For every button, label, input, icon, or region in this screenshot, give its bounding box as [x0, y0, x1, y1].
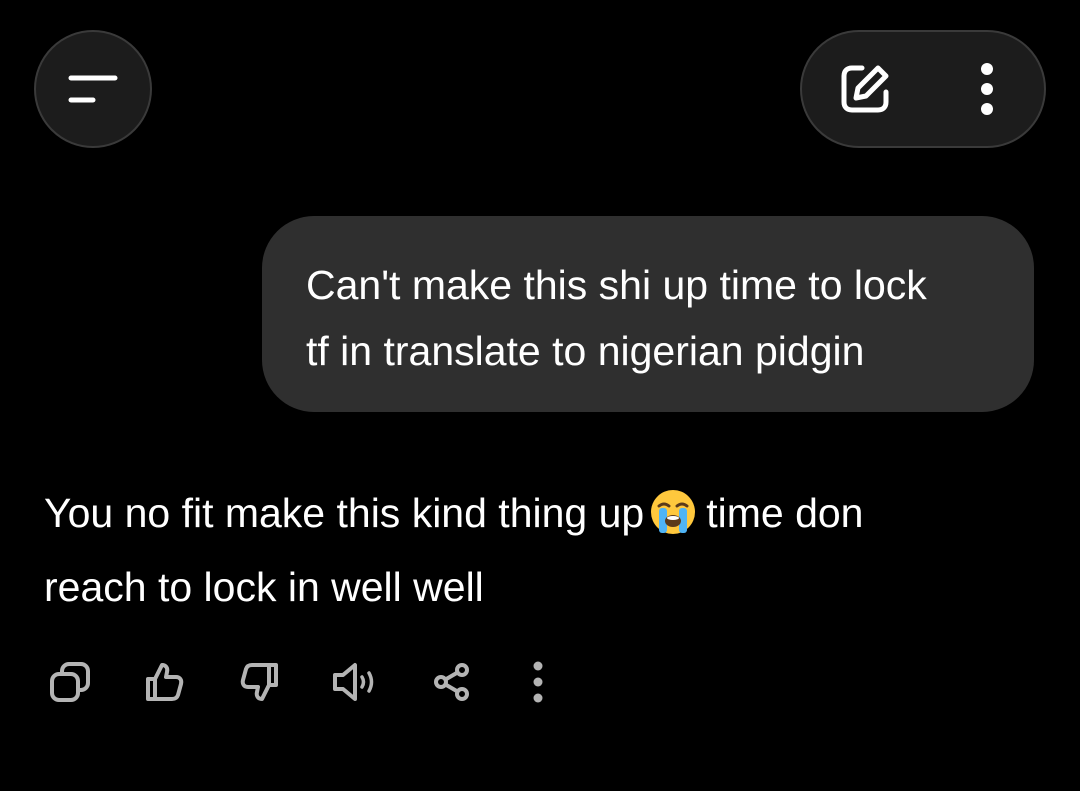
more-vertical-icon: [981, 63, 993, 115]
assistant-message: You no fit make this kind thing up time …: [44, 480, 1034, 620]
user-message-bubble[interactable]: Can't make this shi up time to lock tf i…: [262, 216, 1034, 412]
header-more-button[interactable]: [952, 46, 1022, 132]
share-icon: [434, 663, 469, 701]
new-chat-button[interactable]: [822, 46, 908, 132]
thumbs-down-icon: [240, 663, 278, 701]
copy-icon: [50, 662, 90, 702]
user-message-line: Can't make this shi up time to lock: [306, 262, 927, 308]
loudly-crying-face-emoji: [650, 488, 696, 554]
assistant-message-line: You no fit make this kind thing up time …: [44, 480, 1034, 554]
thumbs-up-button[interactable]: [134, 652, 194, 712]
speaker-icon: [333, 663, 374, 701]
user-message-line: tf in translate to nigerian pidgin: [306, 328, 865, 374]
message-more-button[interactable]: [508, 652, 568, 712]
more-vertical-icon: [533, 661, 543, 703]
read-aloud-button[interactable]: [326, 652, 386, 712]
copy-button[interactable]: [40, 652, 100, 712]
new-chat-edit-icon: [841, 65, 889, 113]
assistant-text: time don: [706, 490, 864, 536]
thumbs-down-button[interactable]: [230, 652, 290, 712]
header-actions: [800, 30, 1046, 148]
menu-button[interactable]: [34, 30, 152, 148]
assistant-text: You no fit make this kind thing up: [44, 490, 645, 536]
thumbs-up-icon: [146, 663, 184, 701]
assistant-message-line: reach to lock in well well: [44, 564, 484, 610]
menu-icon: [68, 75, 118, 103]
share-button[interactable]: [422, 652, 482, 712]
